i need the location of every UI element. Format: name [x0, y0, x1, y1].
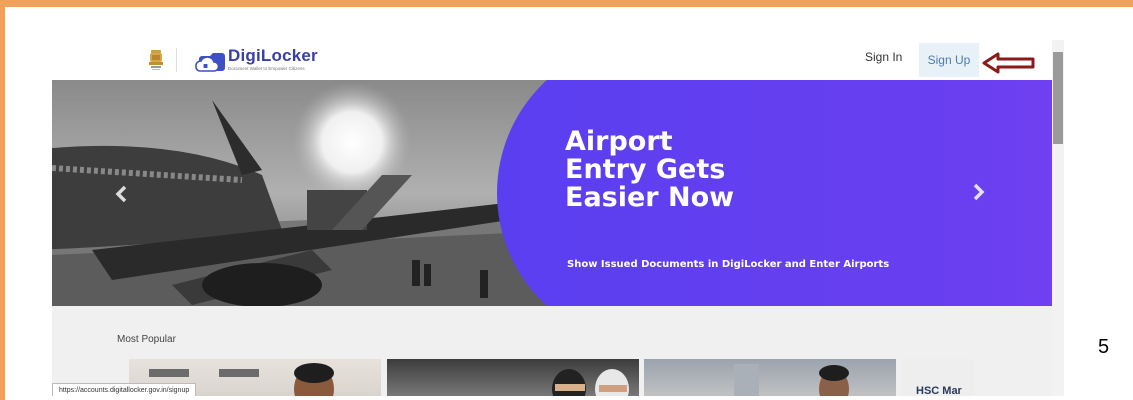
- popular-card[interactable]: [387, 359, 639, 396]
- sign-up-button[interactable]: Sign Up: [919, 43, 979, 77]
- card-image: [552, 369, 629, 396]
- section-title: Most Popular: [117, 334, 176, 345]
- digilocker-cloud-icon: [195, 53, 225, 72]
- hero-subtitle: Show Issued Documents in DigiLocker and …: [567, 259, 890, 270]
- status-bar-url: https://accounts.digitallocker.gov.in/si…: [52, 383, 197, 396]
- site-header: DigiLocker Document Wallet to Empower Ci…: [52, 40, 1052, 81]
- logo-divider: [176, 48, 177, 72]
- carousel-next-icon[interactable]: [972, 182, 986, 202]
- card-title: HSC Mar: [916, 385, 962, 396]
- slide-border-top: [0, 0, 1133, 7]
- slide-border-left: [0, 7, 5, 400]
- popular-card[interactable]: HSC Mar: [902, 359, 974, 396]
- vertical-scrollbar[interactable]: [1052, 40, 1064, 396]
- sign-in-link[interactable]: Sign In: [865, 50, 902, 64]
- red-arrow-annotation-icon: [982, 52, 1035, 74]
- hero-title: Airport Entry Gets Easier Now: [565, 126, 735, 213]
- national-emblem-icon: [149, 50, 163, 70]
- carousel-prev-icon[interactable]: [114, 184, 128, 204]
- hero-carousel[interactable]: Airport Entry Gets Easier Now Show Issue…: [52, 80, 1052, 306]
- page-number: 5: [1098, 336, 1110, 358]
- scrollbar-thumb[interactable]: [1053, 52, 1063, 144]
- logo-tagline: Document Wallet to Empower Citizens: [228, 66, 305, 71]
- card-image: [734, 364, 849, 396]
- most-popular-section: Most Popular HSC Mar: [52, 306, 1052, 396]
- popular-card[interactable]: [644, 359, 896, 396]
- browser-viewport: DigiLocker Document Wallet to Empower Ci…: [52, 40, 1064, 396]
- logo-text[interactable]: DigiLocker: [228, 46, 318, 66]
